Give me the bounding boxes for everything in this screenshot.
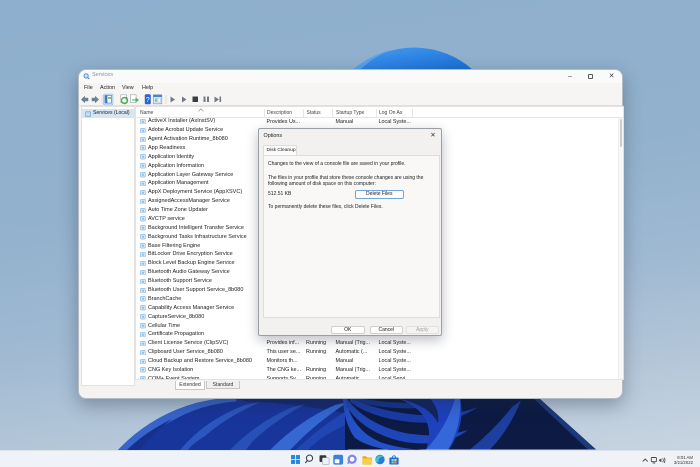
- svg-text:?: ?: [146, 97, 150, 104]
